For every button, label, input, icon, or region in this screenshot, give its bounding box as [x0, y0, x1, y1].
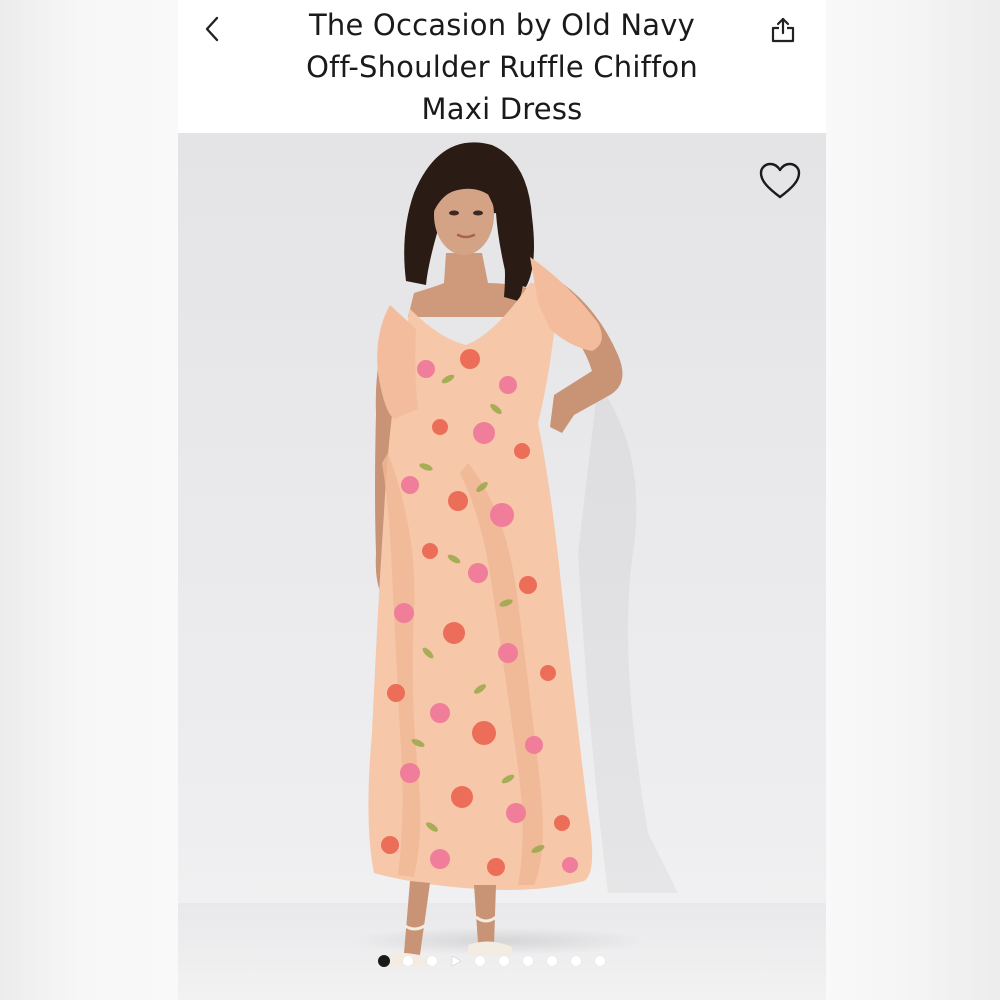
- gallery-video-dot[interactable]: [450, 955, 462, 967]
- gallery-dot[interactable]: [378, 955, 390, 967]
- back-button[interactable]: [198, 12, 226, 46]
- play-icon: [451, 955, 462, 967]
- share-button[interactable]: [768, 14, 798, 46]
- product-screen: The Occasion by Old Navy Off-Shoulder Ru…: [178, 0, 826, 1000]
- gallery-dot[interactable]: [594, 955, 606, 967]
- top-bar: The Occasion by Old Navy Off-Shoulder Ru…: [178, 0, 826, 133]
- product-image[interactable]: [178, 133, 826, 1000]
- gallery-pagination: [378, 949, 618, 973]
- heart-outline-icon: [759, 162, 801, 199]
- gallery-dot[interactable]: [426, 955, 438, 967]
- product-title-line: The Occasion by Old Navy: [308, 8, 696, 42]
- gallery-dot[interactable]: [522, 955, 534, 967]
- gallery-dot[interactable]: [402, 955, 414, 967]
- gallery-dot[interactable]: [546, 955, 558, 967]
- product-title: The Occasion by Old Navy Off-Shoulder Ru…: [268, 4, 736, 130]
- chevron-left-icon: [205, 16, 219, 42]
- model-photo: [178, 142, 826, 1000]
- gallery-dot[interactable]: [570, 955, 582, 967]
- product-title-line: Off-Shoulder Ruffle Chiffon: [306, 50, 698, 84]
- gallery-dot[interactable]: [498, 955, 510, 967]
- favorite-button[interactable]: [756, 157, 804, 205]
- product-title-line: Maxi Dress: [421, 92, 583, 126]
- gallery-dot[interactable]: [474, 955, 486, 967]
- share-icon: [771, 17, 795, 43]
